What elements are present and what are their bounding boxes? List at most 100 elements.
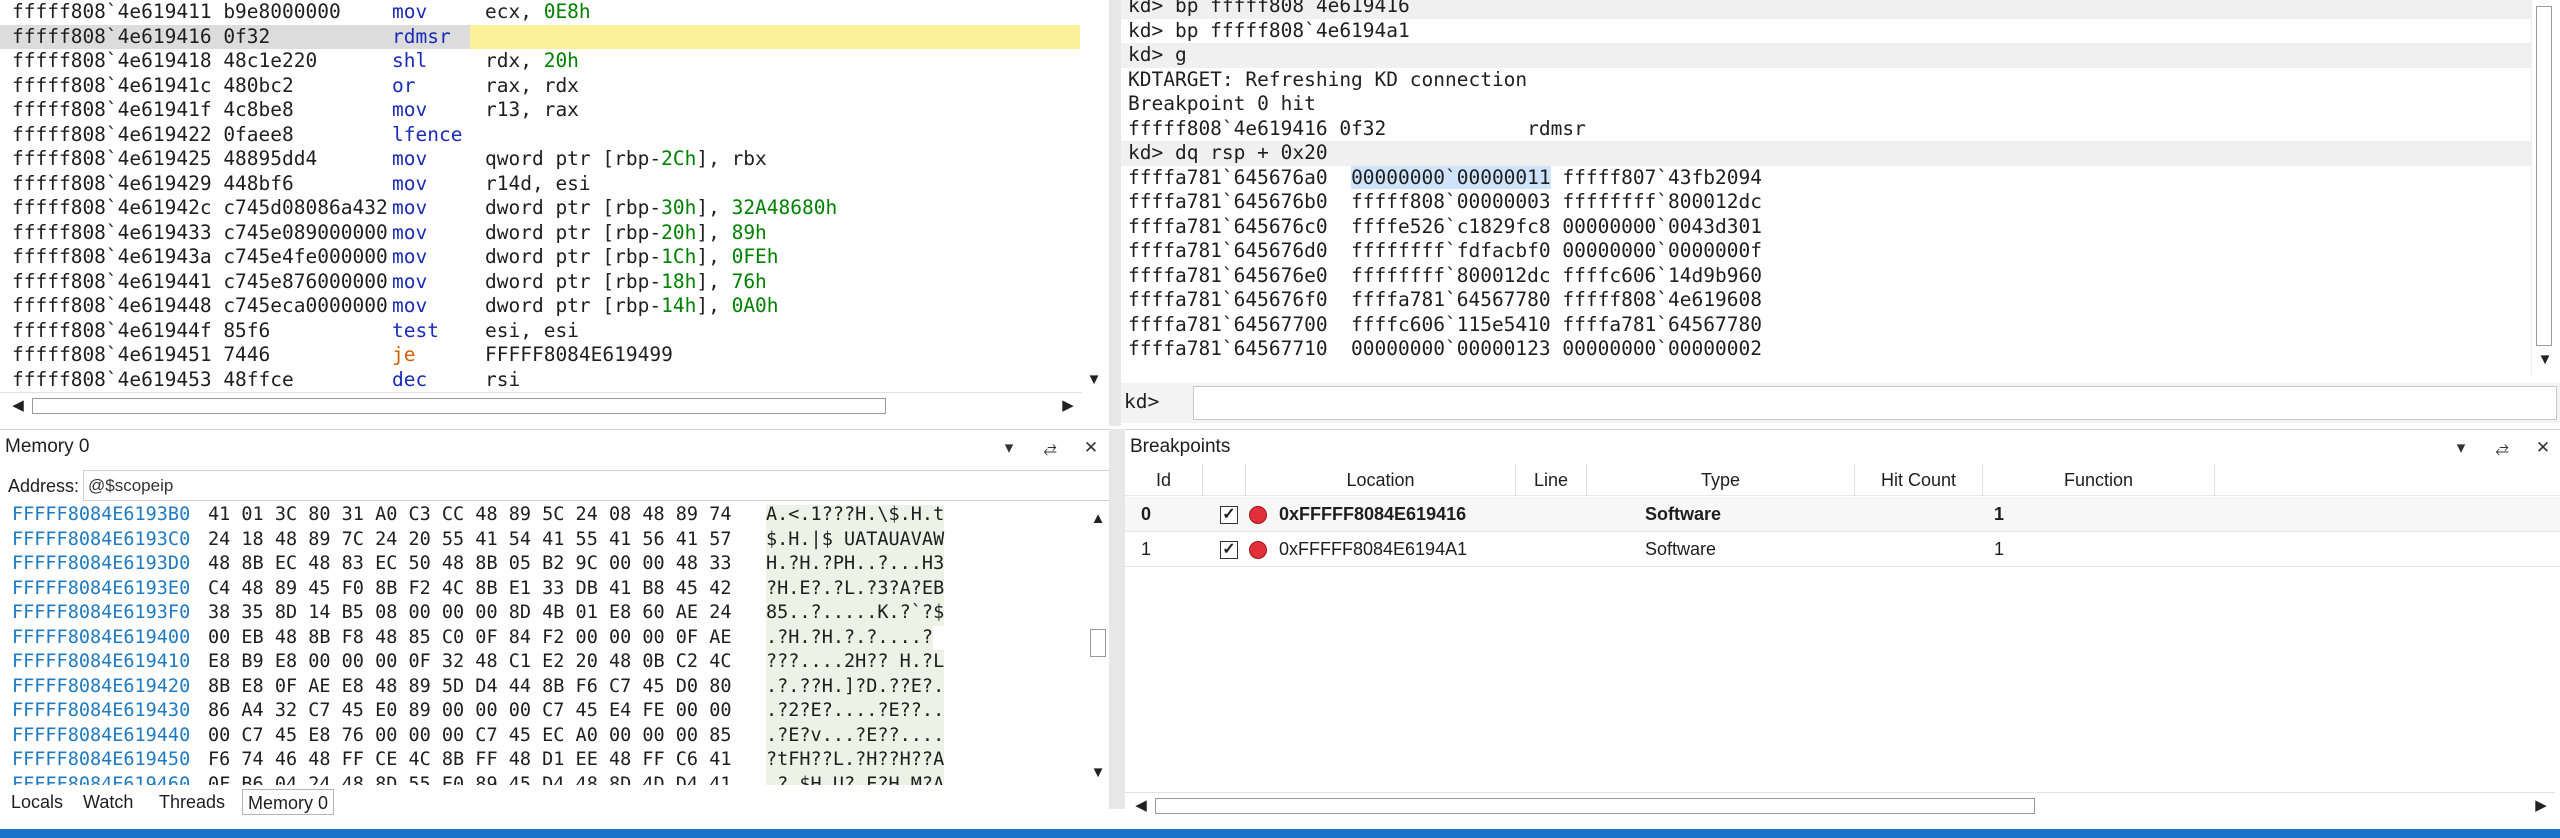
breakpoint-enabled-checkbox[interactable]: ✓ bbox=[1220, 506, 1238, 524]
memory-row[interactable]: FFFFF8084E619430 86 A4 32 C7 45 E0 89 00 … bbox=[0, 699, 1085, 724]
disassembly-horizontal-scrollbar[interactable]: ◀ ▶ bbox=[0, 392, 1082, 418]
instruction-address: fffff808`4e619422 0faee8 bbox=[12, 122, 294, 146]
command-vertical-scrollbar[interactable]: ▼ bbox=[2531, 0, 2557, 376]
memory-row[interactable]: FFFFF8084E6193F0 38 35 8D 14 B5 08 00 00 … bbox=[0, 601, 1085, 626]
column-function[interactable]: Function bbox=[1983, 464, 2215, 496]
close-icon[interactable]: ✕ bbox=[1080, 437, 1102, 459]
disassembly-row[interactable]: fffff808`4e619451 7446 je FFFFF8084E619499 bbox=[0, 343, 1080, 368]
column-line[interactable]: Line bbox=[1516, 464, 1587, 496]
arrow-left-icon[interactable]: ◀ bbox=[6, 394, 30, 418]
chevron-down-icon[interactable]: ▾ bbox=[998, 437, 1020, 459]
memory-bytes[interactable]: 0F B6 04 24 48 8D 55 E0 89 45 D4 48 8D 4… bbox=[208, 773, 731, 786]
memory-row[interactable]: FFFFF8084E619410 E8 B9 E8 00 00 00 0F 32 … bbox=[0, 650, 1085, 675]
memory-bytes[interactable]: 00 C7 45 E8 76 00 00 00 C7 45 EC A0 00 0… bbox=[208, 724, 731, 749]
memory-row[interactable]: FFFFF8084E619440 00 C7 45 E8 76 00 00 00 … bbox=[0, 723, 1085, 749]
memory-row[interactable]: FFFFF8084E619400 00 EB 48 8B F8 48 85 C0 … bbox=[0, 625, 1085, 651]
disassembly-row[interactable]: fffff808`4e619418 48c1e220 shl rdx, 20h bbox=[0, 49, 1080, 74]
memory-vertical-scrollbar[interactable]: ▲ ▼ bbox=[1086, 505, 1110, 787]
memory-bytes[interactable]: 00 EB 48 8B F8 48 85 C0 0F 84 F2 00 00 0… bbox=[208, 626, 731, 651]
operand-text: qword ptr [rbp- bbox=[485, 147, 662, 170]
disassembly-row[interactable]: fffff808`4e619425 48895dd4 mov qword ptr [… bbox=[0, 147, 1080, 172]
memory-ascii: A.<.1???H.\$.H.t bbox=[766, 505, 945, 528]
memory-bytes[interactable]: 38 35 8D 14 B5 08 00 00 00 8D 4B 01 E8 6… bbox=[208, 601, 731, 626]
disassembly-row[interactable]: fffff808`4e61944f 85f6 test esi, esi bbox=[0, 319, 1080, 344]
scroll-thumb[interactable] bbox=[32, 398, 886, 414]
disassembly-row[interactable]: fffff808`4e619433 c745e089000000 mov dword… bbox=[0, 221, 1080, 246]
pin-icon[interactable]: ⥄ bbox=[2491, 437, 2513, 459]
column-id[interactable]: Id bbox=[1125, 464, 1203, 496]
memory-row[interactable]: FFFFF8084E6193E0 C4 48 89 45 F0 8B F2 4C … bbox=[0, 576, 1085, 602]
pin-icon[interactable]: ⥄ bbox=[1039, 437, 1061, 459]
scroll-thumb[interactable] bbox=[1155, 798, 2035, 814]
column-hit-count[interactable]: Hit Count bbox=[1855, 464, 1983, 496]
memory-row[interactable]: FFFFF8084E619460 0F B6 04 24 48 8D 55 E0 … bbox=[0, 772, 1085, 786]
arrow-up-icon[interactable]: ▲ bbox=[1086, 507, 1110, 531]
command-line: kd> bp fffff808`4e619416 bbox=[1121, 0, 2531, 19]
disassembly-row[interactable]: fffff808`4e619411 b9e8000000 mov ecx, 0E8h bbox=[0, 0, 1080, 25]
tab-memory-0[interactable]: Memory 0 bbox=[242, 789, 335, 815]
disassembly-row[interactable]: fffff808`4e619429 448bf6 mov r14d, esi bbox=[0, 172, 1080, 197]
disassembly-row[interactable]: fffff808`4e61942c c745d08086a432 mov dword… bbox=[0, 196, 1080, 221]
command-input[interactable] bbox=[1193, 386, 2557, 420]
disassembly-row[interactable]: fffff808`4e619448 c745eca0000000 mov dword… bbox=[0, 294, 1080, 319]
disassembly-row[interactable]: fffff808`4e619416 0f32 rdmsr bbox=[0, 24, 1080, 49]
chevron-down-icon[interactable]: ▾ bbox=[2450, 437, 2472, 459]
column-enabled[interactable] bbox=[1203, 464, 1246, 496]
disassembly-row[interactable]: fffff808`4e619422 0faee8 lfence bbox=[0, 123, 1080, 148]
memory-row[interactable]: FFFFF8084E6193D0 48 8B EC 48 83 EC 50 48 … bbox=[0, 552, 1085, 577]
disassembly-row[interactable]: fffff808`4e61943a c745e4fe000000 mov dword… bbox=[0, 245, 1080, 270]
status-bar bbox=[0, 829, 2560, 838]
instruction-operands: ecx, 0E8h bbox=[485, 0, 591, 25]
breakpoint-location: 0xFFFFF8084E6194A1 bbox=[1279, 539, 1468, 559]
breakpoint-icon bbox=[1249, 541, 1267, 559]
selected-text[interactable]: 00000000`00000011 bbox=[1351, 165, 1551, 189]
memory-row[interactable]: FFFFF8084E6193B0 41 01 3C 80 31 A0 C3 CC … bbox=[0, 505, 1085, 528]
arrow-down-icon[interactable]: ▼ bbox=[2533, 348, 2557, 372]
memory-bytes[interactable]: 48 8B EC 48 83 EC 50 48 8B 05 B2 9C 00 0… bbox=[208, 552, 731, 577]
column-location[interactable]: Location bbox=[1246, 464, 1516, 496]
memory-row[interactable]: FFFFF8084E619420 8B E8 0F AE E8 48 89 5D … bbox=[0, 674, 1085, 700]
memory-address: FFFFF8084E619450 bbox=[12, 749, 191, 770]
instruction-mnemonic: lfence bbox=[392, 122, 463, 146]
memory-row[interactable]: FFFFF8084E619450 F6 74 46 48 FF CE 4C 8B … bbox=[0, 748, 1085, 773]
memory-bytes[interactable]: C4 48 89 45 F0 8B F2 4C 8B E1 33 DB 41 B… bbox=[208, 577, 731, 602]
memory-bytes[interactable]: F6 74 46 48 FF CE 4C 8B FF 48 D1 EE 48 F… bbox=[208, 748, 731, 773]
command-line: ffffa781`645676f0 ffffa781`64567780 ffff… bbox=[1128, 288, 1762, 311]
operand-immediate: 0A0h bbox=[731, 294, 779, 317]
tab-threads[interactable]: Threads bbox=[154, 789, 230, 815]
memory-row[interactable]: FFFFF8084E6193C0 24 18 48 89 7C 24 20 55 … bbox=[0, 527, 1085, 553]
address-input[interactable]: @$scopeip bbox=[83, 470, 1115, 501]
pane-splitter[interactable] bbox=[1109, 0, 1121, 426]
operand-text: ], rbx bbox=[696, 147, 767, 170]
memory-bytes[interactable]: 41 01 3C 80 31 A0 C3 CC 48 89 5C 24 08 4… bbox=[208, 505, 731, 528]
panel-splitter[interactable] bbox=[1109, 429, 1125, 809]
memory-bytes[interactable]: 8B E8 0F AE E8 48 89 5D D4 44 8B F6 C7 4… bbox=[208, 675, 731, 700]
breakpoint-enabled-checkbox[interactable]: ✓ bbox=[1220, 541, 1238, 559]
memory-bytes[interactable]: 86 A4 32 C7 45 E0 89 00 00 00 C7 45 E4 F… bbox=[208, 699, 731, 724]
memory-bytes[interactable]: 24 18 48 89 7C 24 20 55 41 54 41 55 41 5… bbox=[208, 528, 731, 553]
instruction-mnemonic: rdmsr bbox=[392, 24, 451, 48]
close-icon[interactable]: ✕ bbox=[2532, 437, 2554, 459]
arrow-down-icon[interactable]: ▼ bbox=[1086, 761, 1110, 785]
instruction-mnemonic: mov bbox=[392, 171, 428, 195]
memory-address: FFFFF8084E6193E0 bbox=[12, 577, 191, 599]
arrow-right-icon[interactable]: ▶ bbox=[1056, 394, 1080, 418]
breakpoint-row[interactable]: 1 ✓ 0xFFFFF8084E6194A1 Software 1 bbox=[1125, 532, 2560, 567]
instruction-address: fffff808`4e619448 c745eca0000000 bbox=[12, 294, 388, 317]
disassembly-row[interactable]: fffff808`4e619453 48ffce dec rsi bbox=[0, 368, 1080, 393]
disassembly-row[interactable]: fffff808`4e619441 c745e876000000 mov dword… bbox=[0, 270, 1080, 295]
tab-locals[interactable]: Locals bbox=[6, 789, 68, 815]
tab-watch[interactable]: Watch bbox=[78, 789, 138, 815]
disassembly-row[interactable]: fffff808`4e61941f 4c8be8 mov r13, rax bbox=[0, 98, 1080, 123]
memory-bytes[interactable]: E8 B9 E8 00 00 00 0F 32 48 C1 E2 20 48 0… bbox=[208, 650, 731, 675]
arrow-down-icon[interactable]: ▼ bbox=[1082, 368, 1106, 392]
scroll-thumb[interactable] bbox=[2536, 6, 2552, 346]
arrow-right-icon[interactable]: ▶ bbox=[2529, 794, 2553, 818]
scroll-thumb[interactable] bbox=[1090, 629, 1106, 657]
breakpoint-row[interactable]: 0 ✓ 0xFFFFF8084E619416 Software 1 bbox=[1125, 497, 2560, 532]
disassembly-row[interactable]: fffff808`4e61941c 480bc2 or rax, rdx bbox=[0, 74, 1080, 99]
breakpoints-horizontal-scrollbar[interactable]: ◀ ▶ bbox=[1125, 792, 2555, 818]
arrow-left-icon[interactable]: ◀ bbox=[1129, 794, 1153, 818]
column-type[interactable]: Type bbox=[1587, 464, 1855, 496]
disassembly-vertical-scrollbar[interactable]: ▼ bbox=[1082, 0, 1106, 400]
